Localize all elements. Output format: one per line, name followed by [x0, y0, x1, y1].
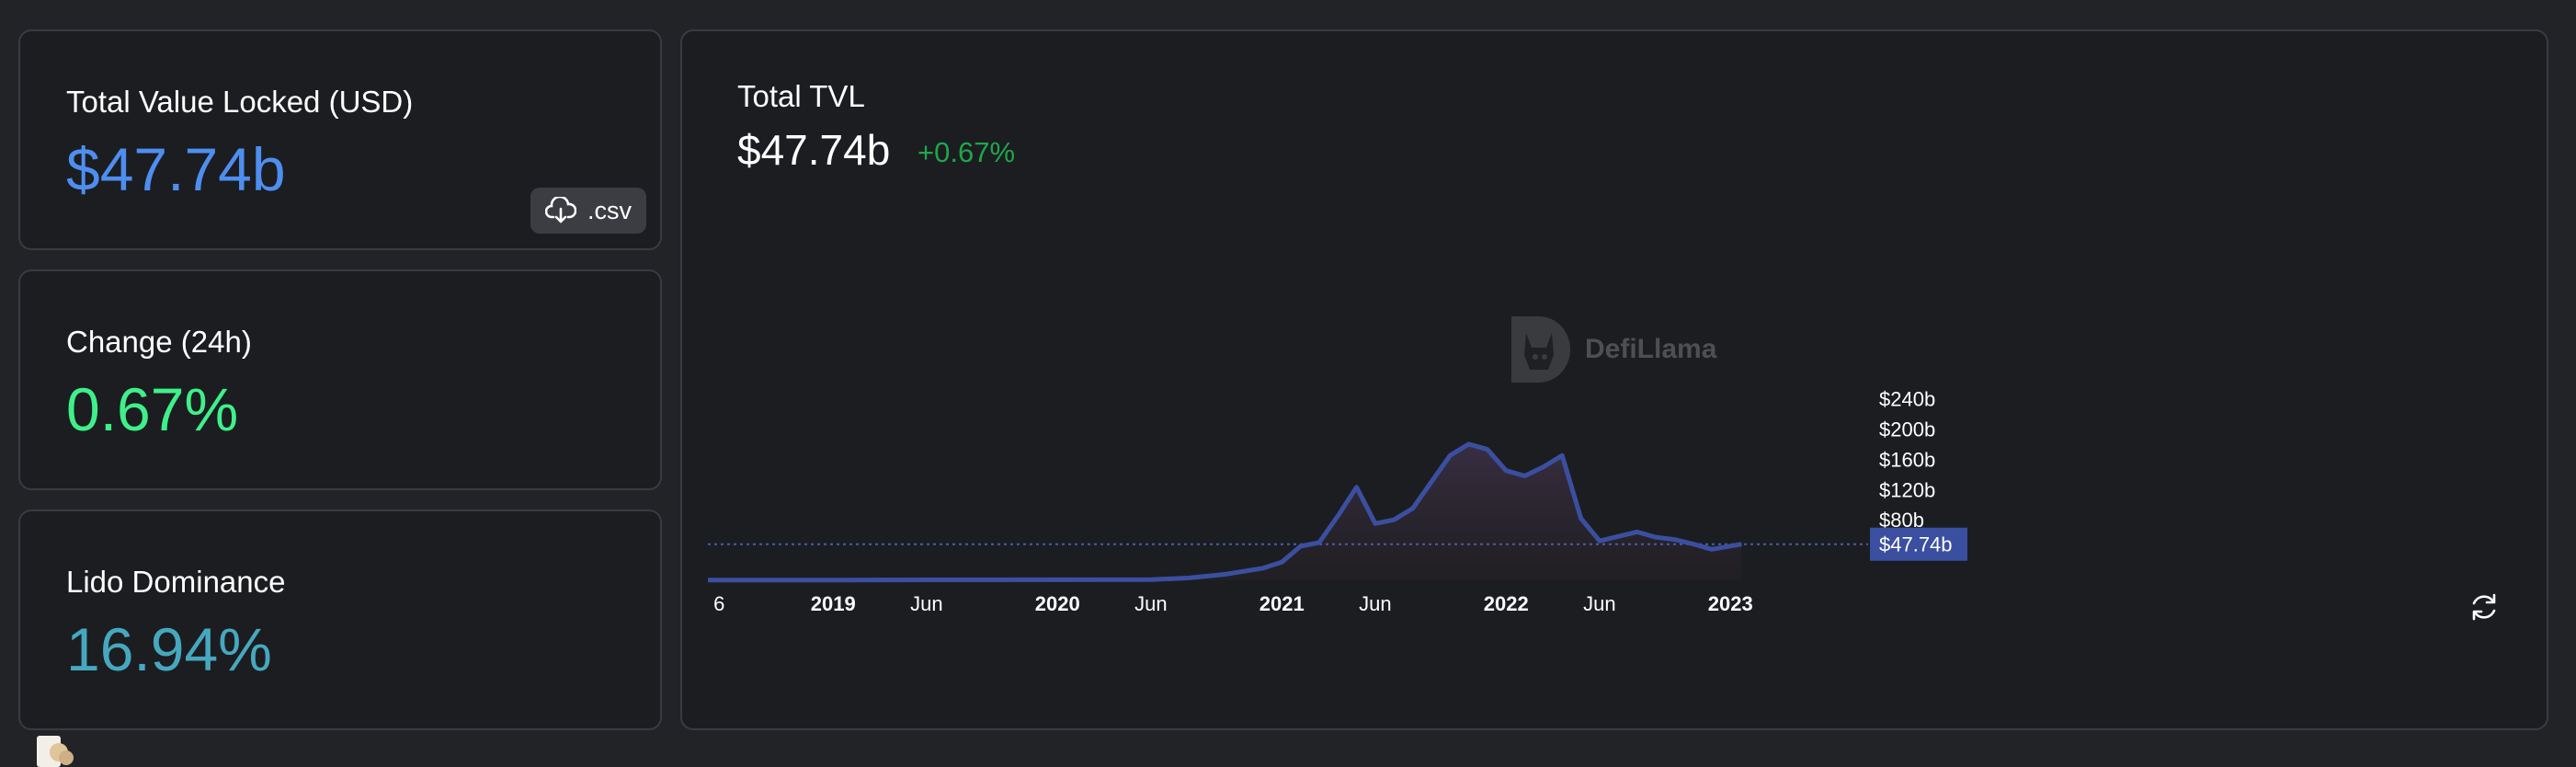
- x-tick-label: 6: [713, 592, 724, 615]
- tvl-value: $47.74b: [66, 135, 286, 203]
- change-card: Change (24h) 0.67%: [18, 269, 662, 490]
- avatar[interactable]: [33, 734, 79, 767]
- x-tick-label: Jun: [1583, 592, 1615, 615]
- change-value: 0.67%: [66, 375, 239, 443]
- change-label: Change (24h): [66, 325, 252, 359]
- x-tick-label: 2020: [1035, 592, 1080, 615]
- cloud-download-icon: [544, 197, 576, 223]
- x-tick-label: 2019: [811, 592, 856, 615]
- csv-download-button[interactable]: .csv: [530, 188, 646, 234]
- x-tick-label: 2023: [1708, 592, 1753, 615]
- x-tick-label: Jun: [1359, 592, 1391, 615]
- y-tick-label: $120b: [1879, 478, 1935, 501]
- tvl-area: [708, 443, 1742, 580]
- chart-card: Total TVL $47.74b +0.67% DefiLlama $40b$…: [680, 29, 2548, 730]
- x-tick-label: Jun: [910, 592, 942, 615]
- tvl-card: Total Value Locked (USD) $47.74b .csv: [18, 29, 662, 250]
- csv-button-label: .csv: [587, 196, 632, 224]
- dominance-value: 16.94%: [66, 615, 272, 683]
- x-tick-label: Jun: [1134, 592, 1167, 615]
- dominance-label: Lido Dominance: [66, 565, 286, 599]
- y-tick-label: $240b: [1879, 388, 1935, 411]
- current-value-marker: $47.74b: [1870, 527, 1967, 561]
- y-tick-label: $200b: [1879, 418, 1935, 441]
- y-tick-label: $160b: [1879, 448, 1935, 471]
- x-tick-label: 2021: [1260, 592, 1305, 615]
- tvl-label: Total Value Locked (USD): [66, 85, 414, 119]
- dominance-card: Lido Dominance 16.94%: [18, 509, 662, 730]
- tvl-chart[interactable]: $40b$80b$120b$160b$200b$240b 62019Jun202…: [682, 31, 2547, 728]
- x-tick-label: 2022: [1484, 592, 1529, 615]
- refresh-icon[interactable]: [2468, 590, 2501, 624]
- current-value-badge-text: $47.74b: [1879, 533, 1953, 556]
